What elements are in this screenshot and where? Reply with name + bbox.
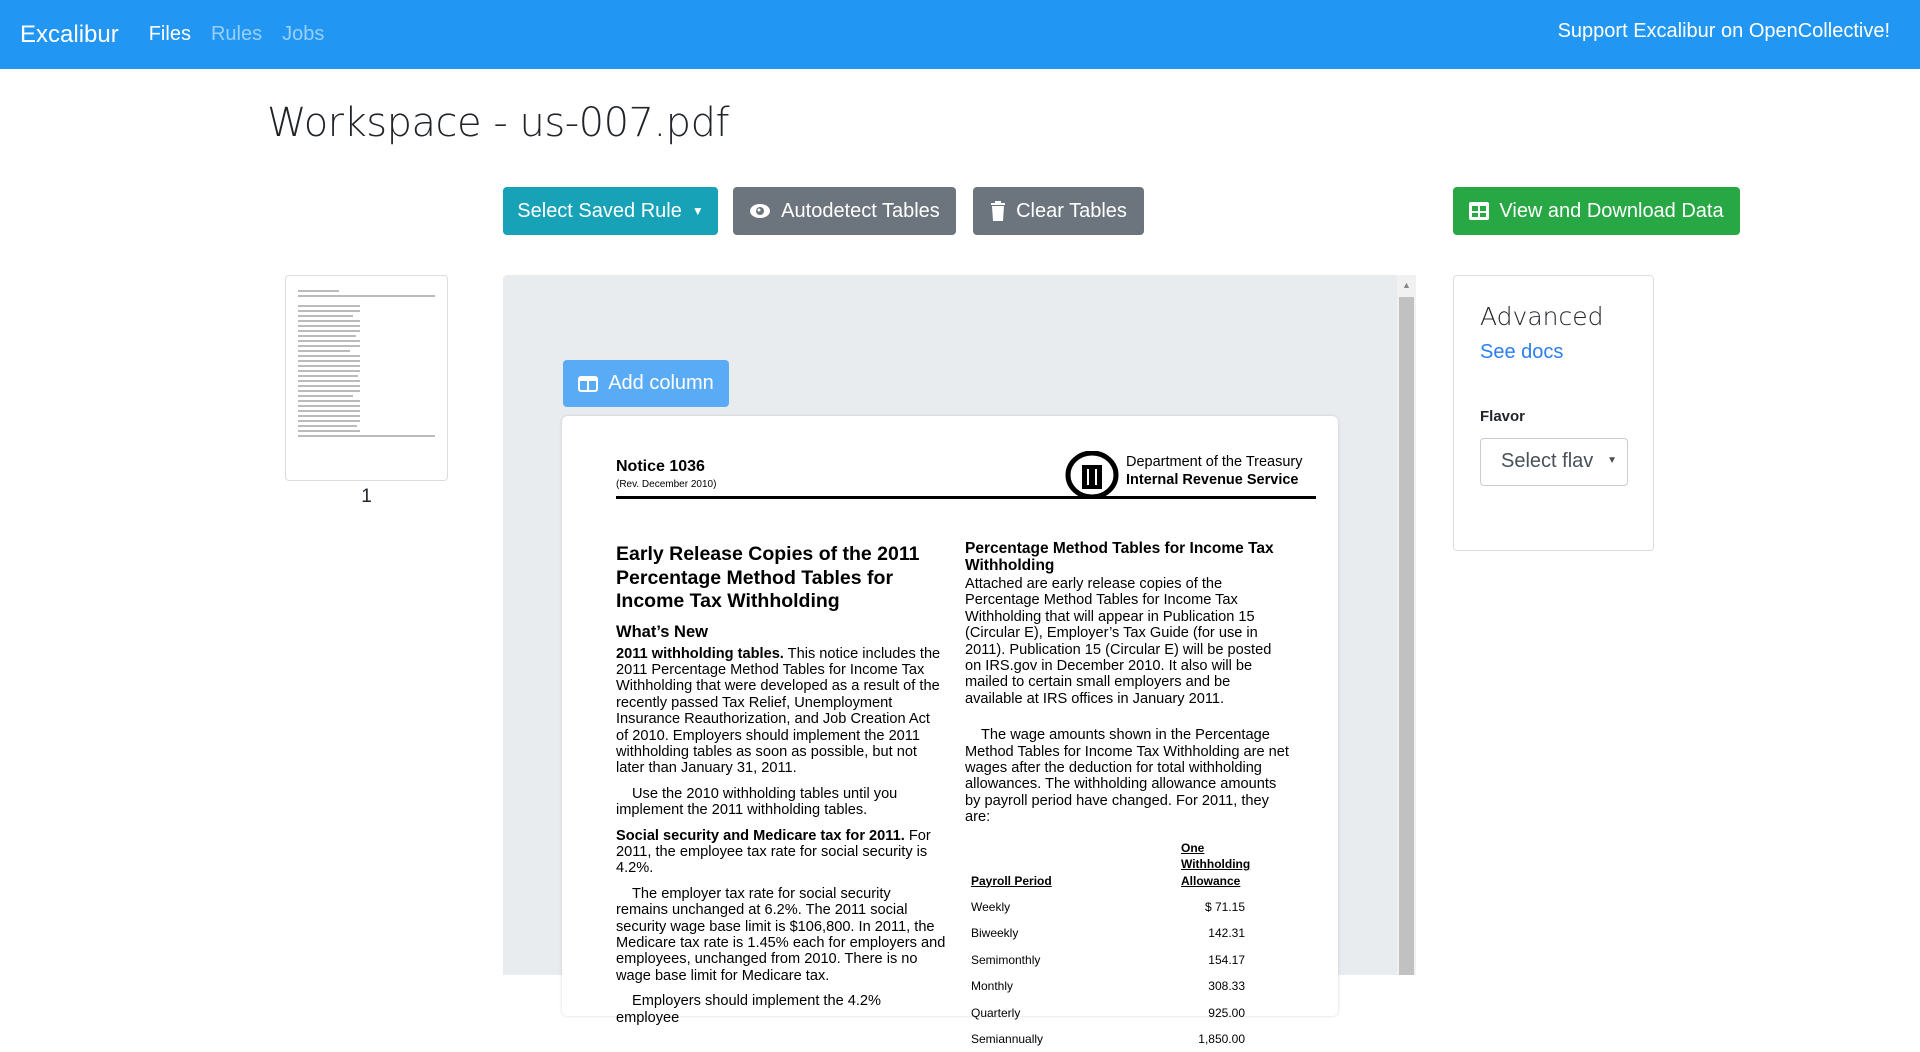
flavor-select-value: Select flavor (1501, 450, 1593, 472)
advanced-panel: Advanced See docs Flavor Select flavor ▼ (1453, 275, 1654, 551)
pdf-right-column: Percentage Method Tables for Income Tax … (965, 540, 1290, 1052)
view-download-data-button[interactable]: View and Download Data (1453, 187, 1740, 235)
table-row: Quarterly 925.00 (971, 1005, 1245, 1020)
page-title: Workspace - us-007.pdf (267, 100, 730, 146)
see-docs-link[interactable]: See docs (1480, 341, 1563, 364)
table-row: Semiannually 1,850.00 (971, 1031, 1245, 1046)
header-allowance: One Withholding Allowance (1181, 840, 1251, 888)
clear-tables-button[interactable]: Clear Tables (973, 187, 1144, 235)
agency-line-1: Department of the Treasury (1126, 454, 1303, 470)
agency-line-2: Internal Revenue Service (1126, 472, 1299, 488)
navbar: Excalibur Files Rules Jobs Support Excal… (0, 0, 1920, 69)
select-caret-icon: ▼ (1607, 455, 1617, 466)
select-saved-rule-button[interactable]: Select Saved Rule ▼ (503, 187, 718, 235)
table-row: Semimonthly 154.17 (971, 952, 1245, 967)
pdf-viewer: Add column Notice 1036 (Rev. December 20… (503, 275, 1416, 1046)
right-heading: Percentage Method Tables for Income Tax … (965, 540, 1274, 574)
nav-jobs[interactable]: Jobs (282, 23, 324, 46)
table-row: Weekly $ 71.15 (971, 899, 1245, 914)
add-column-label: Add column (608, 372, 714, 394)
page-thumbnail[interactable] (285, 275, 448, 481)
pdf-header: Notice 1036 (Rev. December 2010) Departm… (616, 451, 1316, 499)
nav-files[interactable]: Files (149, 23, 191, 46)
irs-eagle-logo (1065, 451, 1119, 499)
scrollbar-thumb[interactable] (1399, 297, 1414, 975)
trash-icon (991, 201, 1006, 221)
pdf-headline: Early Release Copies of the 2011 Percent… (616, 543, 920, 612)
autodetect-label: Autodetect Tables (781, 199, 940, 222)
brand-logo[interactable]: Excalibur (20, 21, 119, 49)
advanced-heading: Advanced (1480, 302, 1604, 331)
p2-text: Use the 2010 withholding tables until yo… (616, 785, 898, 819)
pdf-left-column: Early Release Copies of the 2011 Percent… (616, 543, 946, 1035)
eye-icon (750, 204, 771, 218)
allowance-table: Payroll Period One Withholding Allowance … (965, 835, 1275, 1052)
header-payroll: Payroll Period (971, 873, 1052, 888)
table-icon (1469, 202, 1490, 220)
clear-tables-label: Clear Tables (1016, 199, 1127, 222)
autodetect-tables-button[interactable]: Autodetect Tables (733, 187, 956, 235)
r1-text: Attached are early release copies of the… (965, 576, 1272, 707)
scroll-up-arrow-icon[interactable]: ▲ (1397, 280, 1416, 290)
flavor-label: Flavor (1480, 408, 1526, 425)
table-row: Biweekly 142.31 (971, 926, 1245, 941)
caret-down-icon: ▼ (691, 204, 704, 218)
select-saved-rule-label: Select Saved Rule (517, 199, 682, 222)
columns-icon (578, 375, 599, 392)
p5-text: Employers should implement the 4.2% empl… (616, 993, 882, 1026)
nav-rules[interactable]: Rules (211, 23, 262, 46)
whats-new-heading: What’s New (616, 622, 708, 641)
viewer-scrollbar[interactable]: ▲ (1397, 275, 1416, 975)
r2-text: The wage amounts shown in the Percentage… (965, 727, 1289, 826)
thumbnail-page-number: 1 (361, 486, 372, 507)
support-link[interactable]: Support Excalibur on OpenCollective! (1558, 20, 1890, 43)
download-label: View and Download Data (1499, 199, 1724, 222)
add-column-button[interactable]: Add column (563, 360, 729, 407)
table-row: Monthly 308.33 (971, 979, 1245, 994)
p4-text: The employer tax rate for social securit… (616, 885, 946, 984)
p1-text: This notice includes the 2011 Percentage… (616, 645, 941, 777)
pdf-page[interactable]: Notice 1036 (Rev. December 2010) Departm… (562, 416, 1338, 1046)
p3-lead: Social security and Medicare tax for 201… (616, 827, 905, 844)
flavor-select[interactable]: Select flavor ▼ (1480, 438, 1628, 486)
p1-lead: 2011 withholding tables. (616, 645, 784, 662)
